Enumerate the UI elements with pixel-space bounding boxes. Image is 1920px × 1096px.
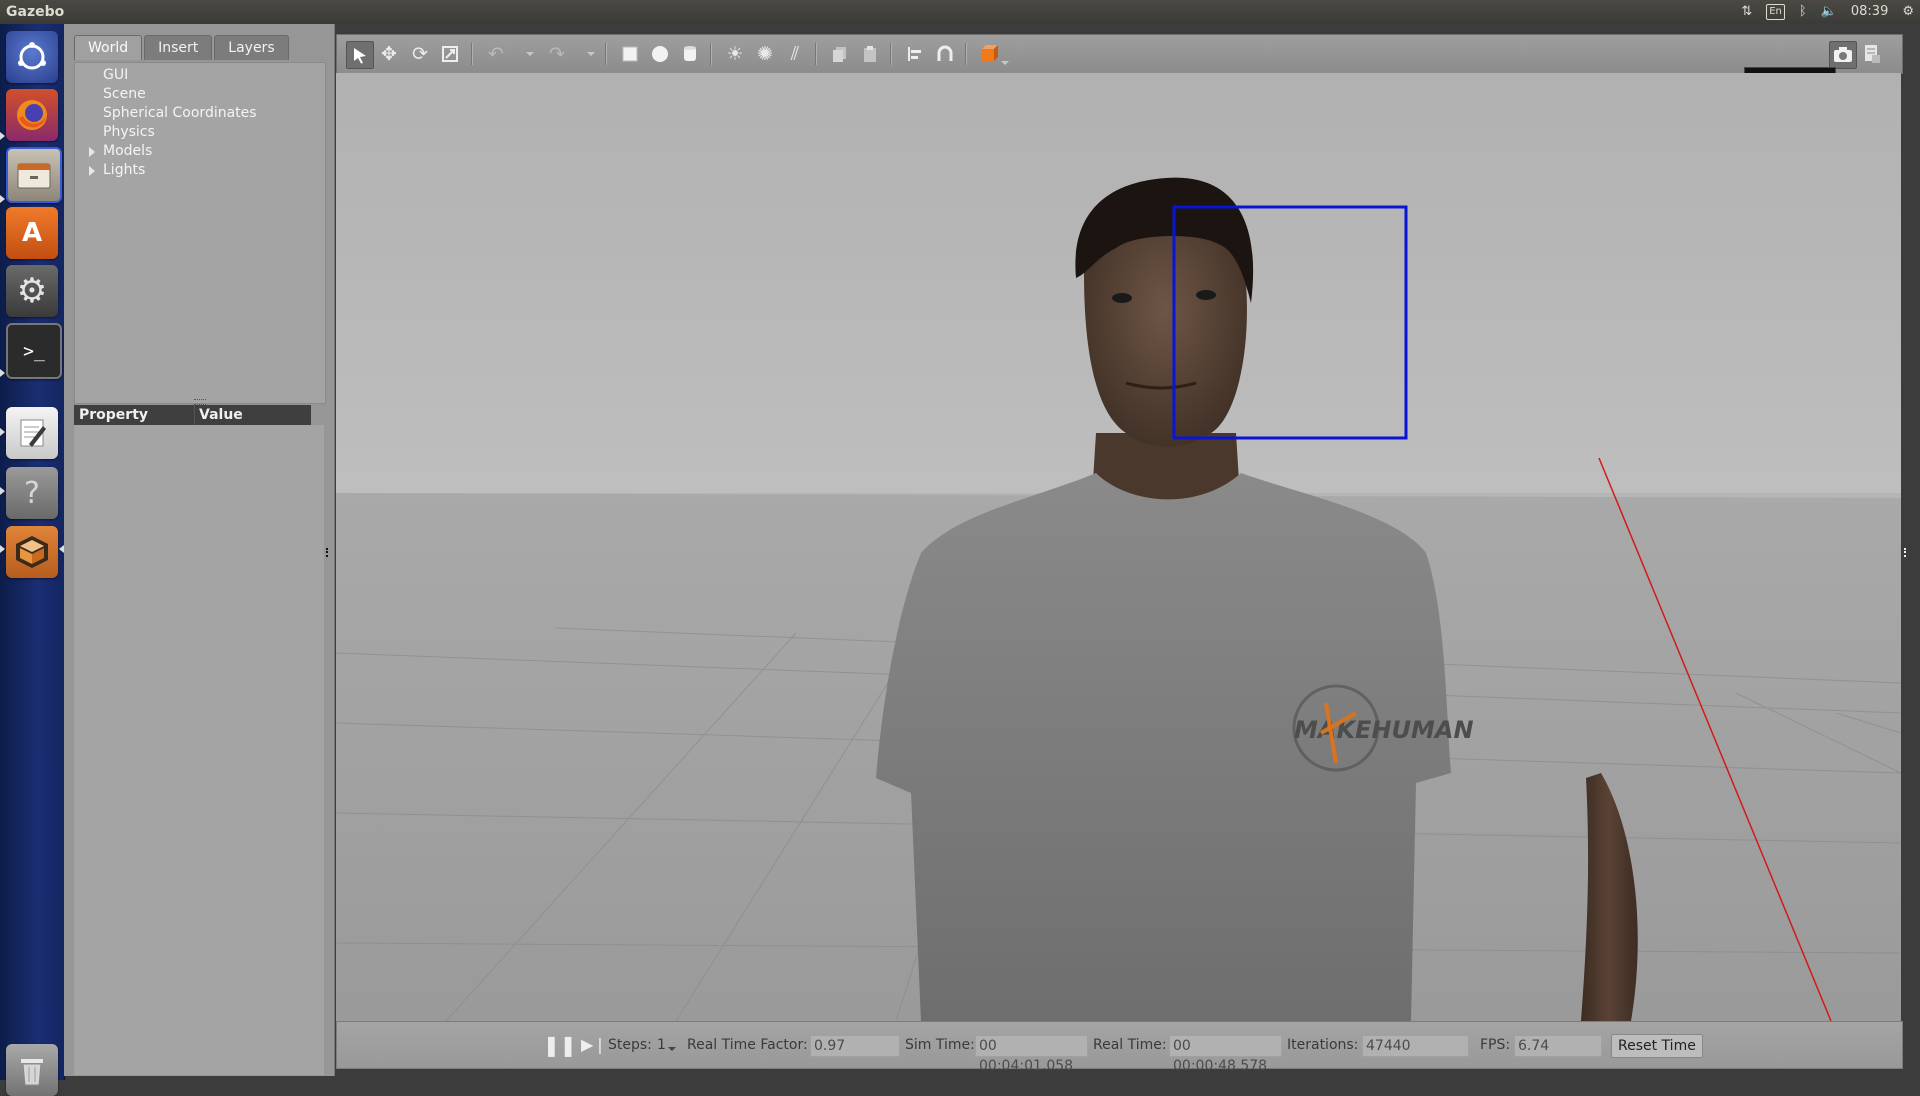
right-panel-collapse-handle[interactable] <box>1904 548 1909 557</box>
scale-icon[interactable] <box>437 41 463 67</box>
expand-arrow-icon[interactable] <box>89 147 95 157</box>
toolbar-separator <box>471 43 473 65</box>
view-angle-dropdown-icon[interactable] <box>1001 61 1009 65</box>
ubuntu-dash-icon[interactable] <box>6 31 58 83</box>
tree-item-lights[interactable]: Lights <box>89 161 146 180</box>
redo-icon[interactable]: ↷ <box>544 41 570 67</box>
system-tray: ⇅ En ᛒ 🔈 08:39 ⚙ <box>1741 0 1914 24</box>
running-indicator <box>0 195 5 203</box>
volume-icon[interactable]: 🔈 <box>1821 0 1837 24</box>
tree-item-label: Lights <box>103 162 146 178</box>
launcher: A ⚙ >_ ? <box>0 24 65 1096</box>
iterations-value: 47440 <box>1362 1035 1469 1057</box>
step-icon[interactable]: ▶❘ <box>581 1022 607 1068</box>
property-column-header[interactable]: Property <box>79 405 148 425</box>
fps-label: FPS: <box>1480 1037 1511 1053</box>
system-settings-icon[interactable]: ⚙ <box>6 265 58 317</box>
undo-icon[interactable]: ↶ <box>483 41 509 67</box>
box-icon[interactable] <box>617 41 643 67</box>
tree-item-models[interactable]: Models <box>89 142 153 161</box>
expand-arrow-icon[interactable] <box>89 166 95 176</box>
value-column-header[interactable]: Value <box>194 405 243 425</box>
tree-item-physics[interactable]: Physics <box>103 123 155 142</box>
align-icon[interactable] <box>902 41 928 67</box>
tab-insert[interactable]: Insert <box>144 35 213 60</box>
spot-light-icon[interactable]: ✺ <box>752 41 778 67</box>
pause-icon[interactable]: ❚❚ <box>543 1022 577 1068</box>
real-time-label: Real Time: <box>1093 1037 1167 1053</box>
left-panel-tabs: World Insert Layers <box>74 35 289 61</box>
sim-time-value: 00 00:04:01.058 <box>975 1035 1088 1074</box>
tree-item-spherical-coordinates[interactable]: Spherical Coordinates <box>103 104 257 123</box>
fps-value: 6.74 <box>1514 1035 1602 1057</box>
reset-time-button[interactable]: Reset Time <box>1611 1034 1703 1058</box>
keyboard-layout-icon[interactable]: En <box>1766 4 1785 20</box>
text-editor-icon[interactable] <box>6 407 58 459</box>
real-time-value: 00 00:00:48.578 <box>1169 1035 1282 1074</box>
rtf-value: 0.97 <box>810 1035 900 1057</box>
running-indicator <box>0 545 5 553</box>
help-icon[interactable]: ? <box>6 467 58 519</box>
copy-icon[interactable] <box>827 41 853 67</box>
point-light-icon[interactable]: ☀ <box>722 41 748 67</box>
screenshot-icon[interactable] <box>1829 41 1857 69</box>
settings-gear-icon[interactable]: ⚙ <box>1902 0 1914 24</box>
network-arrows-icon[interactable]: ⇅ <box>1741 0 1752 24</box>
3d-viewport[interactable]: MAKEHUMAN <box>336 73 1901 1021</box>
property-table-header: Property Value <box>74 405 311 425</box>
terminal-icon[interactable]: >_ <box>6 323 62 379</box>
snap-icon[interactable] <box>932 41 958 67</box>
steps-dropdown-icon[interactable] <box>668 1047 676 1051</box>
translate-icon[interactable]: ✥ <box>376 41 402 67</box>
tree-item-scene[interactable]: Scene <box>103 85 146 104</box>
time-panel: ❚❚ ▶❘ Steps: 1 Real Time Factor: 0.97 Si… <box>336 1021 1903 1074</box>
left-panel-collapse-handle[interactable] <box>326 548 331 557</box>
sphere-icon[interactable] <box>647 41 673 67</box>
app-title: Gazebo <box>6 4 65 20</box>
steps-label: Steps: <box>608 1037 652 1053</box>
redo-dropdown-icon[interactable] <box>587 52 595 56</box>
steps-value[interactable]: 1 <box>657 1022 666 1068</box>
tree-item-gui[interactable]: GUI <box>103 66 128 85</box>
property-table <box>74 425 324 1075</box>
sim-time-label: Sim Time: <box>905 1037 975 1053</box>
toolbar-separator <box>965 43 967 65</box>
select-arrow-icon[interactable] <box>346 41 374 69</box>
files-icon[interactable] <box>6 147 62 203</box>
cylinder-icon[interactable] <box>677 41 703 67</box>
rotate-icon[interactable]: ⟳ <box>407 41 433 67</box>
running-indicator <box>0 132 5 140</box>
rtf-label: Real Time Factor: <box>687 1037 808 1053</box>
tab-world[interactable]: World <box>74 35 143 60</box>
toolbar-separator <box>815 43 817 65</box>
world-tree: GUI Scene Spherical Coordinates Physics … <box>74 62 326 404</box>
gazebo-icon[interactable] <box>6 526 58 578</box>
running-indicator <box>0 369 5 377</box>
directional-light-icon[interactable]: ⫽ <box>782 41 808 67</box>
log-icon[interactable] <box>1859 41 1885 67</box>
tab-layers[interactable]: Layers <box>214 35 289 60</box>
toolbar-separator <box>890 43 892 65</box>
trash-icon[interactable] <box>6 1044 58 1096</box>
main-toolbar: ✥ ⟳ ↶ ↷ ☀ ✺ ⫽ <box>336 34 1903 74</box>
view-angle-icon[interactable] <box>977 41 1003 67</box>
undo-dropdown-icon[interactable] <box>526 52 534 56</box>
scene-render: MAKEHUMAN <box>336 73 1901 1021</box>
tree-item-label: Models <box>103 143 153 159</box>
left-panel: World Insert Layers GUI Scene Spherical … <box>64 24 335 1076</box>
firefox-icon[interactable] <box>6 89 58 141</box>
t-shirt <box>876 473 1451 1021</box>
iterations-label: Iterations: <box>1287 1037 1359 1053</box>
toolbar-separator <box>710 43 712 65</box>
clock[interactable]: 08:39 <box>1851 0 1888 24</box>
bluetooth-icon[interactable]: ᛒ <box>1799 0 1807 24</box>
paste-icon[interactable] <box>857 41 883 67</box>
shirt-logo: MAKEHUMAN <box>1294 716 1474 744</box>
running-indicator <box>0 487 5 495</box>
software-center-icon[interactable]: A <box>6 207 58 259</box>
running-indicator <box>0 428 5 436</box>
toolbar-separator <box>605 43 607 65</box>
top-panel: Gazebo ⇅ En ᛒ 🔈 08:39 ⚙ <box>0 0 1920 24</box>
